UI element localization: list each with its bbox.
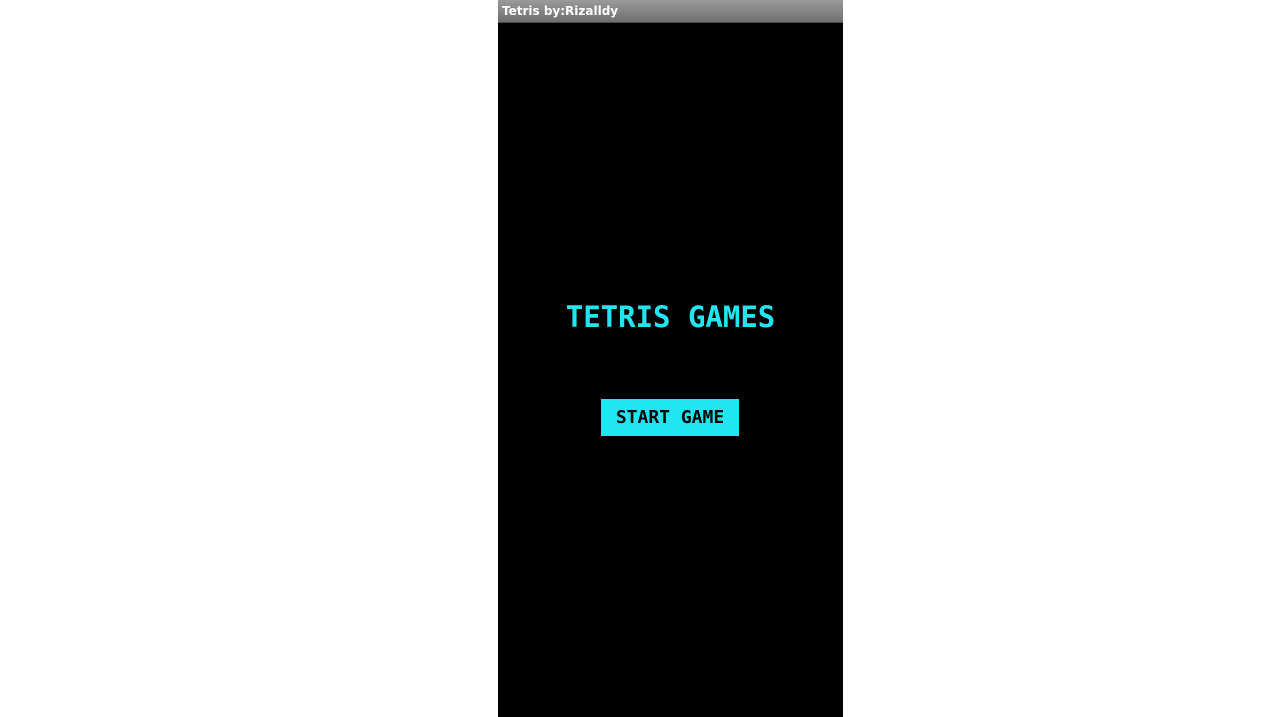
window-title: Tetris by:Rizalldy: [502, 4, 619, 18]
title-bar: Tetris by:Rizalldy: [498, 0, 843, 23]
game-title: TETRIS GAMES: [565, 300, 776, 334]
start-game-button[interactable]: START GAME: [601, 399, 739, 436]
app-screen: Tetris by:Rizalldy TETRIS GAMES START GA…: [498, 0, 843, 717]
